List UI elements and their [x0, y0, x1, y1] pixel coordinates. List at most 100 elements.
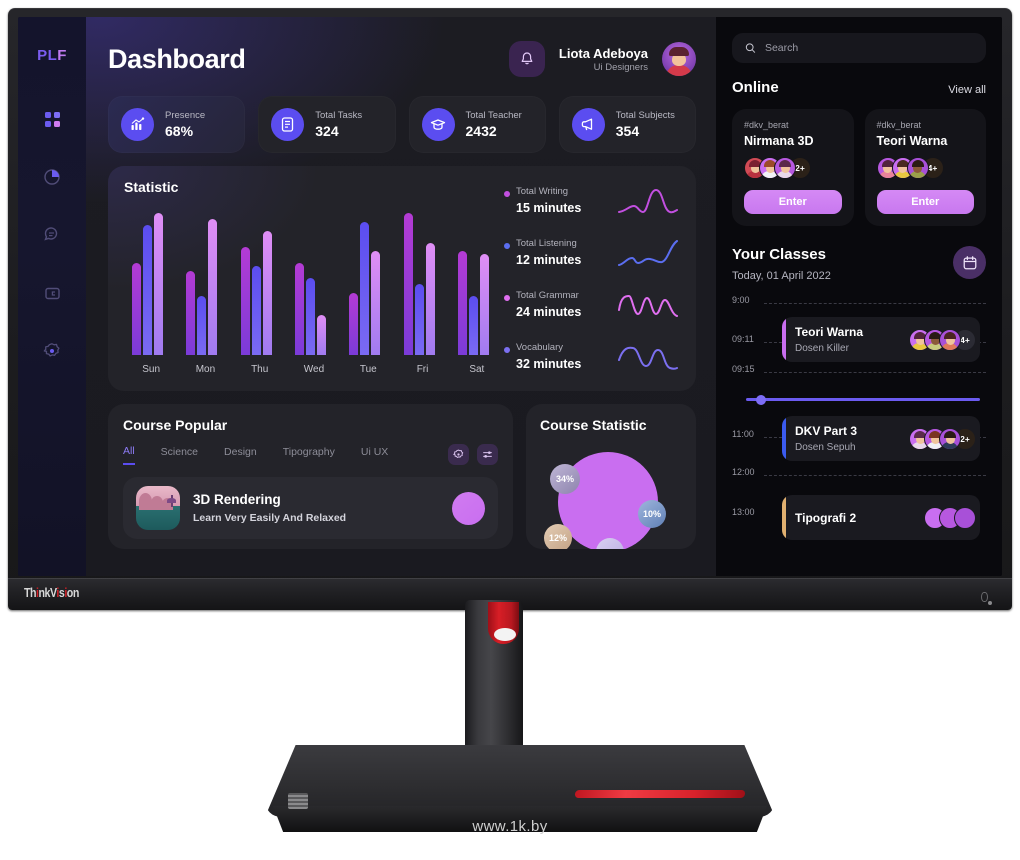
- event-accent-bar: [782, 495, 786, 540]
- online-card-teori-warna[interactable]: #dkv_berat Teori Warna 4+ Enter: [864, 109, 986, 226]
- your-classes-date: Today, 01 April 2022: [732, 270, 831, 282]
- event-accent-bar: [782, 416, 786, 461]
- event-avatars: 2+: [909, 427, 976, 450]
- legend-item: Total Writing 15 minutes: [504, 186, 680, 238]
- class-event-tipografi-2[interactable]: Tipografi 2: [782, 495, 980, 540]
- legend-dot: [504, 243, 510, 249]
- bar-group: [184, 207, 226, 355]
- tab-all[interactable]: All: [123, 445, 135, 465]
- bottom-row: Course Popular All Science Design Tipogr…: [108, 404, 696, 549]
- event-accent-bar: [782, 317, 786, 362]
- current-time-dot: [756, 394, 766, 405]
- bar-group: [130, 207, 172, 355]
- your-classes-title: Your Classes: [732, 246, 826, 263]
- main-content: Dashboard Liota Adeboya Ui Designers Pre…: [86, 17, 716, 576]
- bar: [305, 278, 315, 355]
- statistic-panel: Statistic Sun Mon Thu Wed Tue Fri Sat Total Wr…: [108, 166, 696, 391]
- timeline-time: 12:00: [732, 467, 755, 477]
- graduation-cap-icon: [430, 118, 446, 130]
- power-button[interactable]: [988, 601, 992, 605]
- x-axis-label: Sat: [469, 364, 485, 375]
- avatar: [939, 328, 961, 351]
- logo-pl: PL: [37, 47, 58, 64]
- gear-icon: [43, 343, 60, 357]
- bell-icon: [521, 52, 533, 65]
- top-bar: Dashboard Liota Adeboya Ui Designers: [108, 35, 696, 83]
- right-panel: Online View all #dkv_berat Nirmana 3D 2+…: [716, 17, 1002, 576]
- tab-ui-ux[interactable]: Ui UX: [361, 446, 388, 464]
- tab-tipography[interactable]: Tipography: [283, 446, 335, 464]
- sidebar-item-messages[interactable]: [35, 218, 69, 252]
- chart-up-icon: [131, 117, 145, 130]
- page-title: Dashboard: [108, 43, 246, 74]
- bar: [349, 292, 359, 355]
- sidebar-item-library[interactable]: [35, 276, 69, 310]
- sidebar-item-settings[interactable]: [35, 334, 69, 368]
- stat-card-total-tasks[interactable]: Total Tasks 324: [258, 96, 396, 153]
- avatar[interactable]: [662, 42, 696, 76]
- sparkline-vocabulary: [618, 346, 678, 370]
- user-info[interactable]: Liota Adeboya Ui Designers: [559, 46, 648, 73]
- current-time-indicator: [746, 394, 980, 405]
- class-event-dkv-part-3[interactable]: DKV Part 3 Dosen Sepuh 2+: [782, 416, 980, 461]
- timeline-divider: [764, 303, 986, 304]
- course-popular-actions: [448, 444, 498, 465]
- bar: [425, 242, 435, 355]
- timeline-time: 11:00: [732, 429, 754, 439]
- search-icon: [745, 43, 756, 53]
- megaphone-icon: [581, 118, 592, 131]
- search-bar[interactable]: [732, 33, 986, 63]
- user-role: Ui Designers: [593, 61, 648, 73]
- stat-card-total-teacher[interactable]: Total Teacher 2432: [408, 96, 546, 153]
- base-badge: [288, 793, 308, 809]
- search-input[interactable]: [764, 42, 973, 54]
- tab-science[interactable]: Science: [161, 446, 198, 464]
- bar: [371, 251, 381, 355]
- online-card-nirmana-3d[interactable]: #dkv_berat Nirmana 3D 2+ Enter: [732, 109, 854, 226]
- event-teacher: Dosen Sepuh: [795, 442, 856, 453]
- your-classes-header: Your Classes Today, 01 April 2022: [732, 246, 986, 282]
- bar: [132, 263, 142, 355]
- stat-value: 324: [315, 123, 339, 139]
- cable-management-hole: [494, 628, 516, 641]
- sparkline-grammar: [618, 294, 678, 317]
- course-name: 3D Rendering: [193, 492, 281, 507]
- pie-chart-icon: [44, 169, 60, 185]
- event-teacher: Dosen Killer: [795, 343, 849, 354]
- sidebar-item-dashboard[interactable]: [35, 102, 69, 136]
- watermark: www.1k.by: [472, 818, 548, 835]
- stat-card-presence[interactable]: Presence 68%: [108, 96, 246, 153]
- course-settings-button[interactable]: [448, 444, 469, 465]
- calendar-button[interactable]: [953, 246, 986, 279]
- chat-bubble-icon: [44, 227, 58, 241]
- notification-button[interactable]: [508, 41, 545, 77]
- tab-design[interactable]: Design: [224, 446, 257, 464]
- enter-button[interactable]: Enter: [876, 190, 974, 214]
- online-card-tag: #dkv_berat: [744, 120, 789, 130]
- sidebar-item-analytics[interactable]: [35, 160, 69, 194]
- stat-value: 68%: [165, 123, 194, 139]
- bar-group: [402, 207, 444, 355]
- sparkline-listening: [618, 240, 678, 266]
- stat-card-total-subjects[interactable]: Total Subjects 354: [558, 96, 696, 153]
- legend-dot: [504, 191, 510, 197]
- event-avatars: [924, 506, 976, 529]
- course-statistic-panel: Course Statistic 34% 10% 12%: [526, 404, 696, 549]
- x-axis-label: Thu: [251, 364, 269, 375]
- timeline-time: 13:00: [732, 507, 755, 517]
- course-list-item[interactable]: 3D Rendering Learn Very Easily And Relax…: [123, 477, 498, 539]
- app-logo: PLF: [37, 47, 67, 64]
- calendar-icon: [963, 255, 976, 269]
- online-view-all-link[interactable]: View all: [948, 84, 986, 96]
- course-progress-circle: [452, 491, 485, 525]
- enter-button[interactable]: Enter: [744, 190, 842, 214]
- legend-dot: [504, 347, 510, 353]
- course-filter-button[interactable]: [477, 444, 498, 465]
- bar: [294, 263, 304, 355]
- class-event-teori-warna[interactable]: Teori Warna Dosen Killer 4+: [782, 317, 980, 362]
- timeline-divider: [764, 475, 986, 476]
- power-led: [981, 592, 988, 602]
- logo-f: F: [57, 47, 67, 64]
- archive-icon: [44, 287, 60, 299]
- stat-value: 2432: [465, 123, 497, 139]
